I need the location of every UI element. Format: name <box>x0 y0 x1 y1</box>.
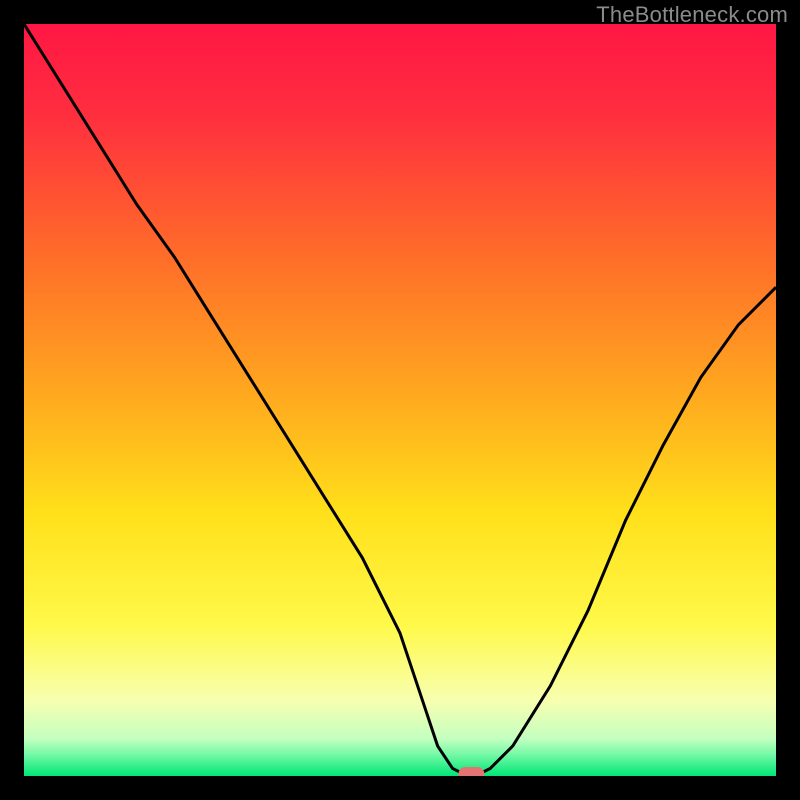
chart-svg <box>24 24 776 776</box>
optimal-marker <box>458 767 484 776</box>
plot-area <box>24 24 776 776</box>
gradient-background <box>24 24 776 776</box>
chart-frame: TheBottleneck.com <box>0 0 800 800</box>
watermark-text: TheBottleneck.com <box>596 2 788 28</box>
